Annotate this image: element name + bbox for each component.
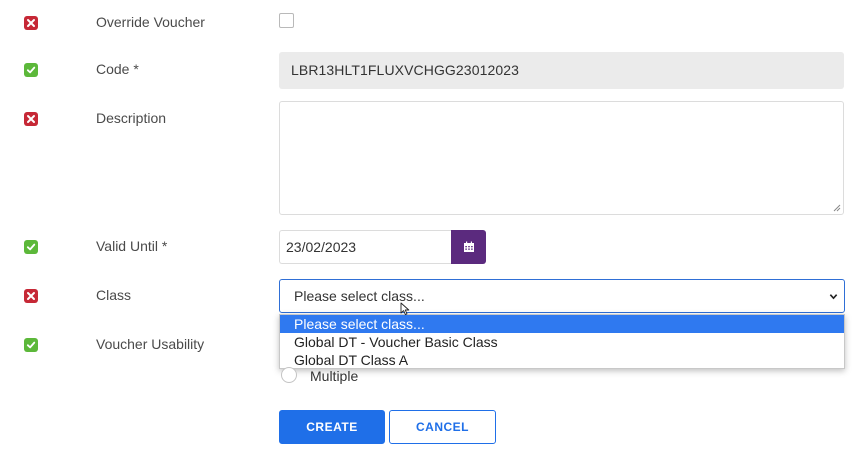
valid-until-label: Valid Until * <box>96 238 168 254</box>
class-select[interactable]: Please select class... <box>279 279 845 313</box>
class-option[interactable]: Global DT - Voucher Basic Class <box>280 333 844 351</box>
cancel-button[interactable]: CANCEL <box>389 410 496 444</box>
multiple-radio[interactable] <box>281 367 297 383</box>
class-dropdown-list: Please select class... Global DT - Vouch… <box>279 314 845 369</box>
voucher-usability-label: Voucher Usability <box>96 336 205 352</box>
create-button[interactable]: CREATE <box>279 410 385 444</box>
override-voucher-label: Override Voucher <box>96 14 205 30</box>
calendar-icon <box>463 241 474 252</box>
code-field: LBR13HLT1FLUXVCHGG23012023 <box>279 52 844 89</box>
valid-status-icon <box>24 240 38 254</box>
valid-until-date-input[interactable]: 23/02/2023 <box>279 230 451 264</box>
chevron-down-icon <box>829 294 838 300</box>
description-textarea[interactable] <box>279 101 844 215</box>
description-label: Description <box>96 110 167 126</box>
mouse-pointer-icon <box>400 302 410 316</box>
valid-status-icon <box>24 63 38 77</box>
multiple-radio-label: Multiple <box>310 368 359 384</box>
code-label: Code * <box>96 61 139 77</box>
class-label: Class <box>96 287 132 303</box>
override-voucher-checkbox[interactable] <box>279 13 294 28</box>
invalid-status-icon <box>24 112 38 126</box>
invalid-status-icon <box>24 16 38 30</box>
class-option[interactable]: Global DT Class A <box>280 351 844 369</box>
resize-grip-icon[interactable] <box>833 204 841 212</box>
calendar-button[interactable] <box>451 230 486 264</box>
valid-status-icon <box>24 338 38 352</box>
class-option[interactable]: Please select class... <box>280 315 844 333</box>
invalid-status-icon <box>24 289 38 303</box>
